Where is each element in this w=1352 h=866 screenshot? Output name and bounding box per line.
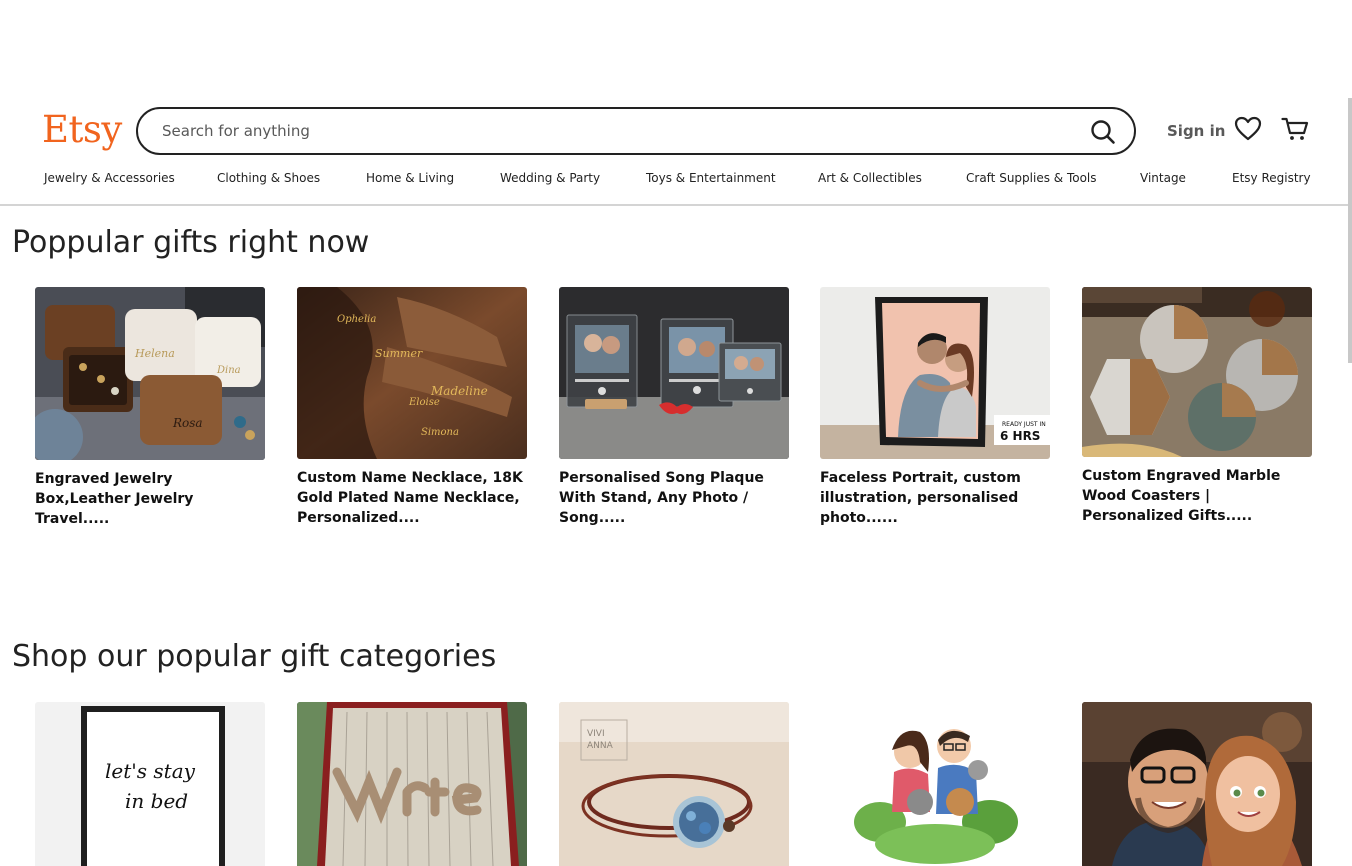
page-scrollbar[interactable] [1348,98,1352,363]
svg-text:Eloise: Eloise [408,397,440,408]
product-image-portrait[interactable]: READY JUST IN 6 HRS [820,287,1050,459]
sign-in-link[interactable]: Sign in [1167,121,1225,141]
product-image-necklace[interactable]: Ophelia Summer Madeline Eloise Simona [297,287,527,459]
svg-text:READY JUST IN: READY JUST IN [1002,421,1046,428]
svg-text:Ophelia: Ophelia [337,314,376,325]
etsy-logo[interactable]: Etsy [42,106,122,154]
svg-text:Summer: Summer [375,347,423,360]
portrait-badge: 6 HRS [1000,429,1040,443]
print-text-line-1: let's stay [105,759,196,783]
product-title[interactable]: Faceless Portrait, custom illustration, … [820,468,1050,528]
category-image-print[interactable]: let's stay in bed [35,702,265,866]
cart-icon[interactable] [1281,116,1309,142]
nav-toys[interactable]: Toys & Entertainment [646,170,776,186]
product-title[interactable]: Engraved Jewelry Box,Leather Jewelry Tra… [35,469,265,529]
product-title[interactable]: Custom Name Necklace, 18K Gold Plated Na… [297,468,527,528]
product-title[interactable]: Custom Engraved Marble Wood Coasters | P… [1082,466,1312,526]
svg-text:Dina: Dina [216,365,241,376]
category-image-couple-portrait[interactable] [1082,702,1312,866]
category-image-bracelet[interactable]: VIVI ANNA [559,702,789,866]
nav-home[interactable]: Home & Living [366,170,454,186]
site-header: Etsy Sign in Jewelry & Accessories Cloth… [0,0,1352,206]
svg-text:Simona: Simona [421,427,459,438]
category-image-folded-book[interactable] [297,702,527,866]
bracelet-brand-line-2: ANNA [587,741,614,751]
product-image-jewelry-box[interactable]: Helena Dina Rosa [35,287,265,460]
svg-text:Rosa: Rosa [172,416,203,430]
nav-craft[interactable]: Craft Supplies & Tools [966,170,1097,186]
nav-jewelry[interactable]: Jewelry & Accessories [44,170,175,186]
print-text-line-2: in bed [125,789,188,813]
gift-categories-heading: Shop our popular gift categories [12,639,497,674]
product-image-coasters[interactable] [1082,287,1312,457]
nav-vintage[interactable]: Vintage [1140,170,1186,186]
nav-clothing[interactable]: Clothing & Shoes [217,170,320,186]
svg-text:Madeline: Madeline [430,384,488,398]
category-image-cartoon-family[interactable] [820,702,1050,866]
svg-text:Helena: Helena [134,347,175,360]
search-icon[interactable] [1090,119,1116,145]
nav-registry[interactable]: Etsy Registry [1232,170,1311,186]
search-bar [136,107,1136,155]
heart-icon[interactable] [1234,116,1262,142]
nav-art[interactable]: Art & Collectibles [818,170,922,186]
popular-gifts-heading: Poppular gifts right now [12,225,370,260]
bracelet-brand-line-1: VIVI [587,729,605,739]
product-image-song-plaque[interactable] [559,287,789,459]
search-input[interactable] [162,119,1062,143]
category-nav: Jewelry & Accessories Clothing & Shoes H… [0,170,1352,186]
product-title[interactable]: Personalised Song Plaque With Stand, Any… [559,468,789,528]
nav-wedding[interactable]: Wedding & Party [500,170,600,186]
